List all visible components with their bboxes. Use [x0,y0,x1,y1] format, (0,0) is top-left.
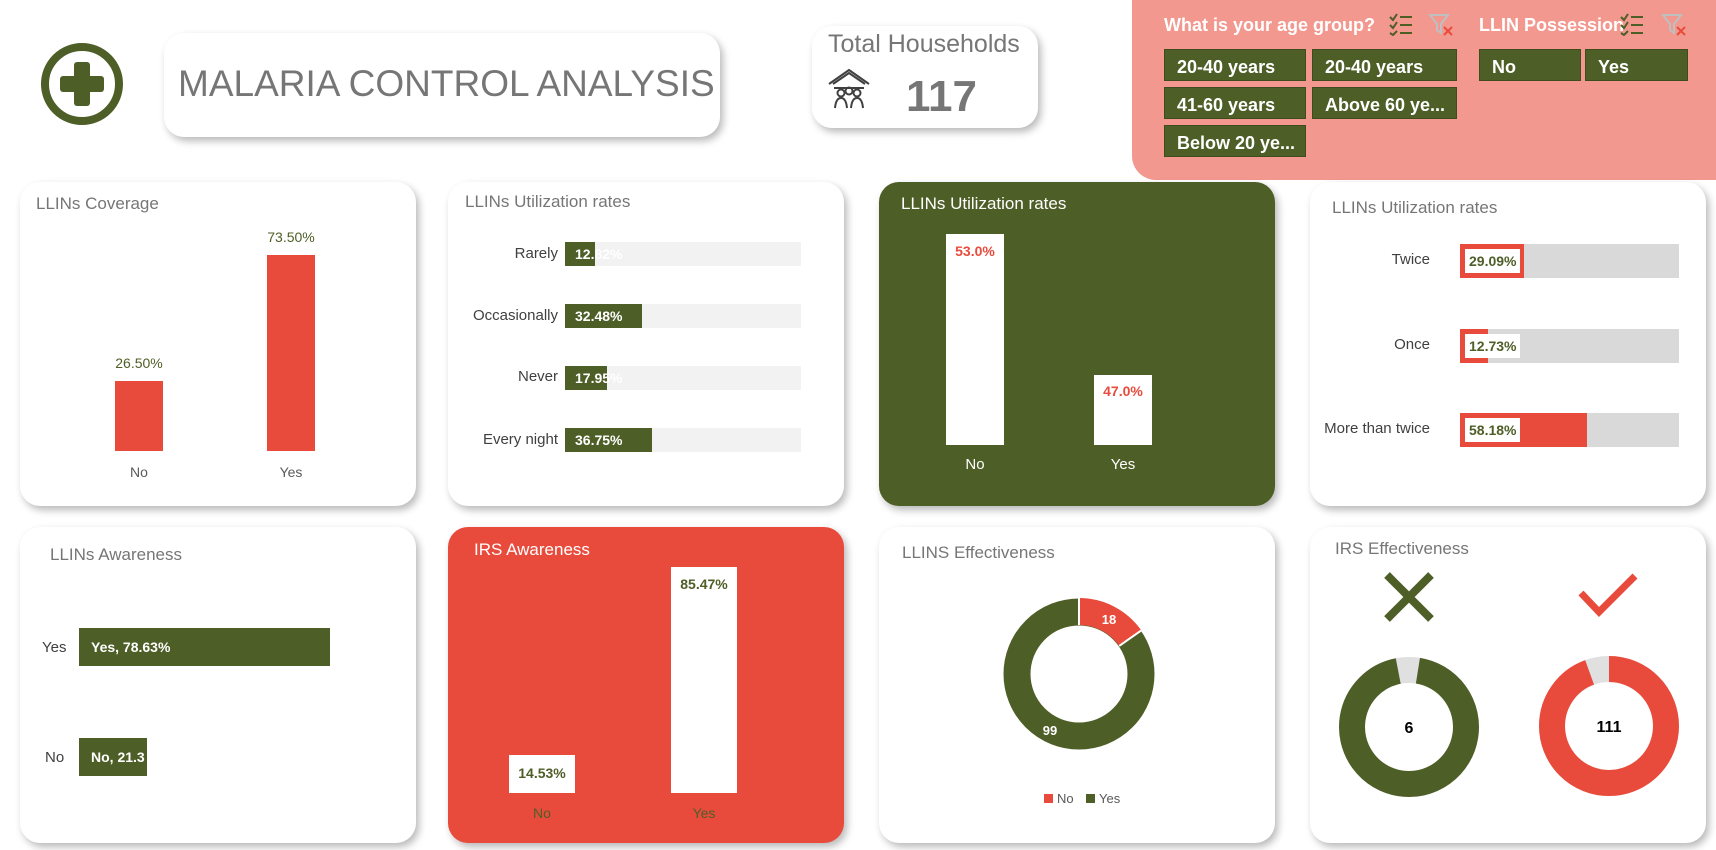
times-value-once: 12.73% [1465,334,1521,358]
total-households-card: Total Households 117 [812,26,1038,128]
irs-category-yes: Yes [693,805,716,821]
age-option-3[interactable]: 41-60 years [1164,87,1306,119]
llins-awareness-title: LLINs Awareness [50,545,182,564]
irs-effectiveness-card: IRS Effectiveness 6 111 [1310,527,1706,843]
legend-label-no: No [1057,791,1074,806]
llins-awareness-card: LLINs Awareness Yes Yes, 78.63% No No, 2… [20,527,416,843]
llins-utilization-times-card: LLINs Utilization rates Twice 29.09% Onc… [1310,182,1706,506]
freq-label-occasionally: Occasionally [472,307,558,324]
awareness-bar-no: No, 21.3 [79,738,147,776]
legend-swatch-yes [1086,794,1095,803]
utilization-yesno-chart: 53.0% 47.0% No Yes [946,234,1152,473]
legend-swatch-no [1044,794,1053,803]
utilization-times-title: LLINs Utilization rates [1332,198,1498,217]
coverage-category-no: No [130,464,148,480]
age-multi-select-icon[interactable] [1388,12,1414,41]
irs-effectiveness-chart: 6 111 [1339,572,1679,797]
freq-label-rarely: Rarely [514,245,558,262]
page-title: MALARIA CONTROL ANALYSIS [178,63,715,104]
coverage-category-yes: Yes [280,464,303,480]
irs-value-no: 14.53% [518,765,566,781]
age-slicer-title: What is your age group? [1164,15,1376,35]
llins-utilization-yesno-card: LLINs Utilization rates 53.0% 47.0% No Y… [879,182,1275,506]
yesno-value-yes: 47.0% [1103,383,1143,399]
irs-effective-value: 111 [1597,719,1622,736]
yesno-bar-no [946,234,1004,445]
age-option-4[interactable]: Above 60 ye... [1312,87,1457,119]
title-card: MALARIA CONTROL ANALYSIS [164,33,720,137]
irs-not-effective-value: 6 [1405,720,1414,737]
total-households-label: Total Households [828,30,1020,58]
irs-category-no: No [533,805,551,821]
possession-option-yes[interactable]: Yes [1585,49,1688,81]
freq-value-occasionally: 32.48% [575,308,623,324]
age-option-2[interactable]: 20-40 years [1312,49,1457,81]
irs-value-yes: 85.47% [680,576,728,592]
times-label-twice: Twice [1391,251,1430,268]
effectiveness-value-yes: 99 [1043,723,1057,738]
awareness-label-no: No [45,749,65,766]
coverage-bar-yes [267,255,315,451]
cross-icon [1384,572,1434,622]
age-option-1[interactable]: 20-40 years [1164,49,1306,81]
times-label-once: Once [1394,336,1430,353]
logo-plus-icon [40,42,124,126]
yesno-value-no: 53.0% [955,243,995,259]
awareness-value-no: No, 21.3 [91,749,145,765]
age-clear-filter-icon[interactable] [1427,12,1454,41]
times-value-more-than-twice: 58.18% [1465,418,1521,442]
possession-option-no[interactable]: No [1479,49,1581,81]
yesno-category-yes: Yes [1111,456,1135,473]
irs-bar-yes [671,567,737,793]
awareness-value-yes: Yes, 78.63% [91,639,171,655]
check-icon [1578,573,1638,618]
irs-awareness-card: IRS Awareness 14.53% 85.47% No Yes [448,527,844,843]
llins-coverage-card: LLINs Coverage 26.50% 73.50% No Yes [20,182,416,506]
llins-effectiveness-chart: 18 99 No Yes [1003,598,1155,806]
coverage-bar-no [115,381,163,451]
yesno-category-no: No [965,456,984,473]
total-households-value: 117 [906,72,977,121]
times-label-more-than-twice: More than twice [1324,420,1430,437]
house-people-icon [826,66,872,115]
legend-label-yes: Yes [1099,791,1121,806]
freq-value-never: 17.95% [575,370,623,386]
possession-slicer-title: LLIN Possession [1479,15,1625,35]
freq-label-never: Never [517,368,558,385]
llins-effectiveness-card: LLINS Effectiveness 18 99 No Yes [879,527,1275,843]
possession-multi-select-icon[interactable] [1619,12,1645,41]
llins-utilization-frequency-card: LLINs Utilization rates Rarely 12.82% Oc… [448,182,844,506]
coverage-value-yes: 73.50% [267,229,314,245]
coverage-value-no: 26.50% [115,355,162,371]
llins-coverage-chart: 26.50% 73.50% No Yes [115,229,315,480]
awareness-label-yes: Yes [42,639,67,656]
freq-value-every-night: 36.75% [575,432,623,448]
times-value-twice: 29.09% [1465,249,1521,273]
effectiveness-value-no: 18 [1102,612,1116,627]
irs-awareness-chart: 14.53% 85.47% No Yes [509,567,737,821]
slicer-panel: What is your age group? 20-40 years 20-4… [1132,0,1716,180]
possession-clear-filter-icon[interactable] [1660,12,1687,41]
freq-label-every-night: Every night [482,431,558,448]
freq-value-rarely: 12.82% [575,246,623,262]
age-option-5[interactable]: Below 20 ye... [1164,125,1306,157]
utilization-frequency-title: LLINs Utilization rates [465,192,631,211]
